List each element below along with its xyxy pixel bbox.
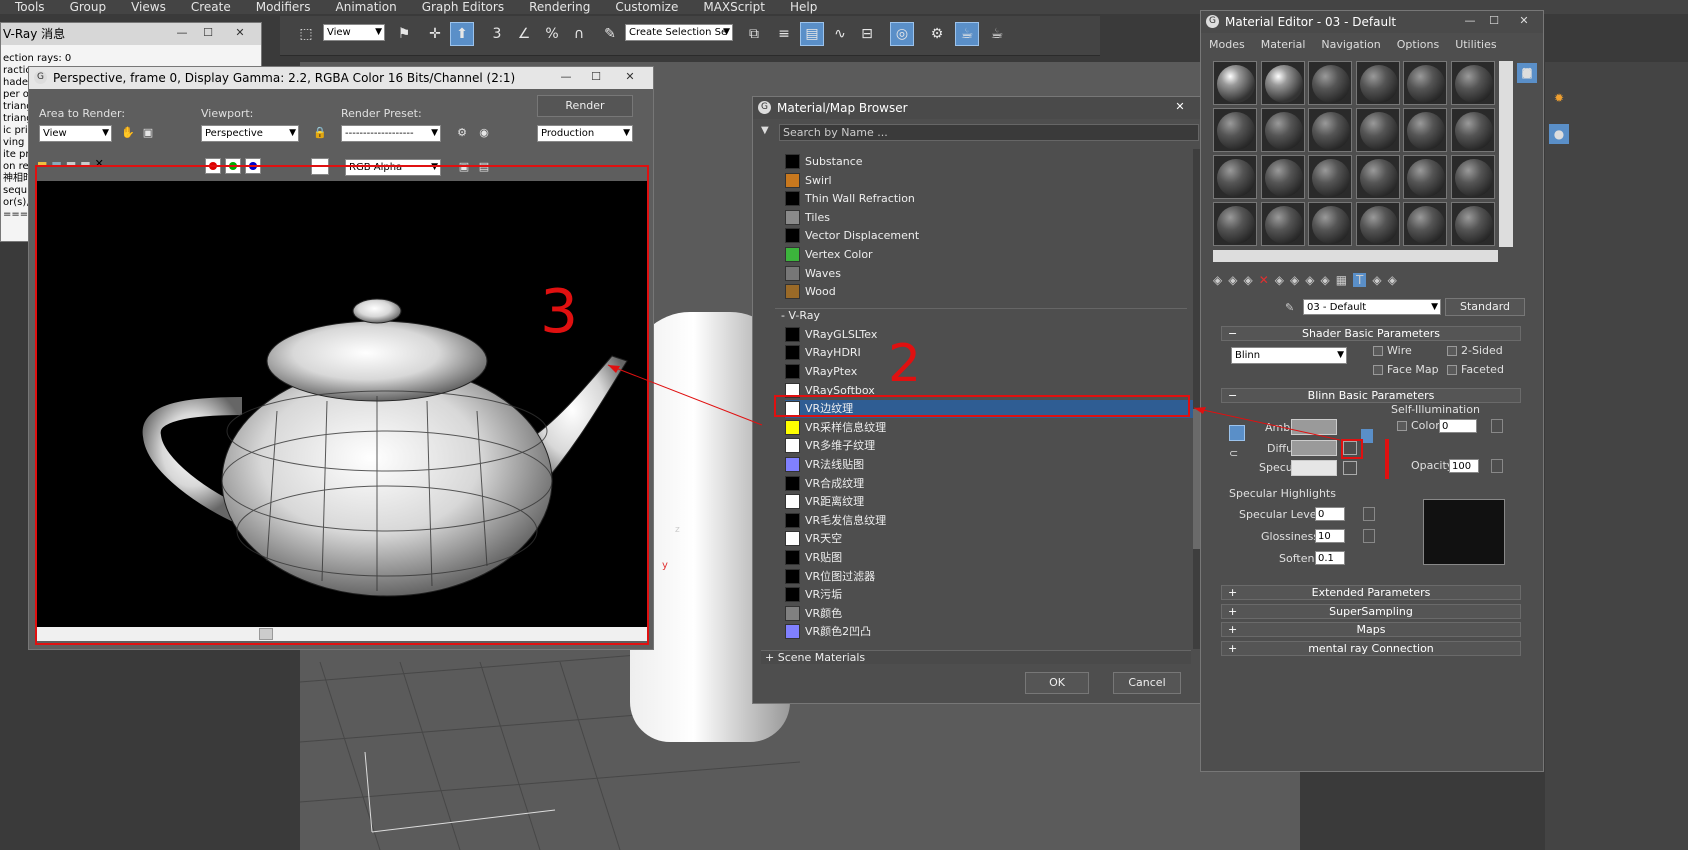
annotation-arrowhead-2 — [1194, 407, 1206, 414]
annotation-arrow-2 — [1193, 407, 1341, 441]
annotation-number-3: 3 — [540, 277, 579, 347]
annotation-arrow-3 — [607, 364, 763, 426]
annotation-arrowhead-3 — [608, 365, 620, 373]
annotation-number-2: 2 — [888, 334, 922, 394]
annotation-overlay — [607, 364, 1341, 441]
